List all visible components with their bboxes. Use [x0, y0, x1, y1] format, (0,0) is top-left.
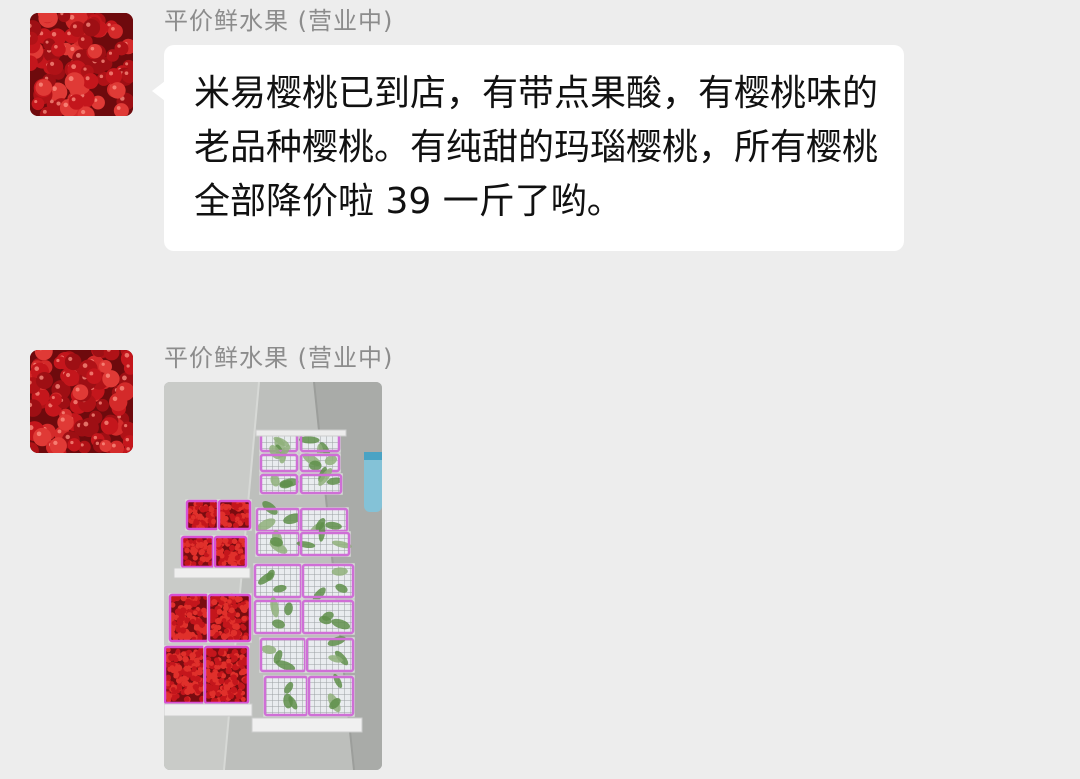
bubble-tail	[152, 81, 165, 101]
message-text: 米易樱桃已到店，有带点果酸，有樱桃味的老品种樱桃。有纯甜的玛瑙樱桃，所有樱桃全部…	[194, 73, 879, 222]
message-bubble[interactable]: 米易樱桃已到店，有带点果酸，有樱桃味的老品种樱桃。有纯甜的玛瑙樱桃，所有樱桃全部…	[152, 45, 904, 251]
chat-message-text: 平价鲜水果 (营业中) 米易樱桃已到店，有带点果酸，有樱桃味的老品种樱桃。有纯甜…	[0, 0, 1080, 320]
cherry-crates-photo-icon	[164, 382, 382, 770]
sender-avatar[interactable]	[30, 13, 133, 116]
sender-name: 平价鲜水果 (营业中)	[164, 344, 394, 372]
cherry-crates-photo[interactable]	[164, 382, 382, 770]
sender-name: 平价鲜水果 (营业中)	[164, 7, 394, 35]
cherries-avatar-icon	[30, 13, 133, 116]
sender-avatar[interactable]	[30, 350, 133, 453]
cherries-avatar-icon	[30, 350, 133, 453]
chat-message-image: 平价鲜水果 (营业中)	[0, 340, 1080, 779]
